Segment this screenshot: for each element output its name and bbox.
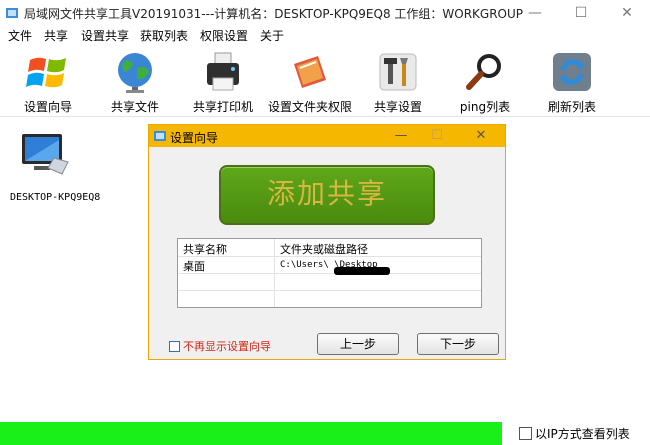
ip-view-checkbox[interactable]: [519, 427, 532, 440]
toolbar-label: 共享设置: [373, 100, 422, 114]
add-share-button[interactable]: 添加共享: [219, 165, 435, 225]
list-header-share-name[interactable]: 共享名称: [183, 241, 227, 257]
ping-list-button[interactable]: ping列表: [445, 48, 517, 114]
menu-get-list[interactable]: 获取列表: [140, 27, 188, 44]
toolbar-label: ping列表: [459, 100, 511, 114]
menu-share-settings[interactable]: 设置共享: [81, 27, 129, 44]
next-step-button[interactable]: 下一步: [417, 333, 499, 355]
dialog-close-button[interactable]: ✕: [463, 125, 499, 147]
minimize-button[interactable]: —: [512, 0, 558, 26]
toolbar-label: 共享文件: [110, 100, 159, 114]
app-icon: [6, 8, 18, 18]
computer-icon: [22, 134, 69, 175]
previous-step-button[interactable]: 上一步: [317, 333, 399, 355]
share-file-button[interactable]: 共享文件: [95, 48, 167, 114]
menu-bar: 文件 共享 设置共享 获取列表 权限设置 关于: [0, 26, 650, 44]
computer-name: DESKTOP-KPQ9EQ8: [10, 192, 101, 203]
progress-bar: [0, 422, 502, 445]
share-settings-button[interactable]: 共享设置: [358, 48, 430, 114]
printer-icon: [207, 52, 239, 91]
no-show-wizard-label[interactable]: 不再显示设置向导: [183, 338, 271, 354]
refresh-icon: [553, 53, 591, 91]
share-list[interactable]: 共享名称 文件夹或磁盘路径 桌面 C:\Users\ \Desktop: [177, 238, 482, 308]
menu-file[interactable]: 文件: [8, 27, 32, 44]
dialog-minimize-button[interactable]: —: [383, 125, 419, 147]
toolbar-label: 刷新列表: [547, 100, 596, 114]
share-printer-button[interactable]: 共享打印机: [183, 48, 255, 114]
close-button[interactable]: ✕: [604, 0, 650, 26]
setup-wizard-button[interactable]: 设置向导: [8, 48, 80, 114]
dialog-title-bar: 设置向导 — ☐ ✕: [149, 125, 505, 147]
refresh-list-button[interactable]: 刷新列表: [532, 48, 604, 114]
setup-wizard-dialog: 设置向导 — ☐ ✕ 添加共享 共享名称 文件夹或磁盘路径 桌面 C:\User…: [148, 124, 506, 360]
dialog-app-icon: [154, 131, 166, 141]
list-cell-share-name[interactable]: 桌面: [183, 258, 205, 274]
dialog-title: 设置向导: [170, 131, 219, 145]
ip-view-label[interactable]: 以IP方式查看列表: [535, 425, 630, 442]
window-title: 局域网文件共享工具V20191031---计算机名：DESKTOP-KPQ9EQ…: [24, 7, 524, 21]
magnifier-icon: [466, 54, 501, 90]
windows-logo-icon: [26, 57, 66, 88]
list-row-divider: [178, 290, 481, 291]
list-row-divider: [178, 273, 481, 274]
computer-item[interactable]: DESKTOP-KPQ9EQ8: [10, 128, 100, 208]
folder-permission-button[interactable]: 设置文件夹权限: [268, 48, 352, 114]
menu-share[interactable]: 共享: [44, 27, 68, 44]
toolbar-label: 设置文件夹权限: [267, 100, 352, 114]
menu-permissions[interactable]: 权限设置: [200, 27, 248, 44]
redaction-mark: [334, 267, 390, 275]
toolbar-label: 设置向导: [23, 100, 72, 114]
no-show-wizard-checkbox[interactable]: [169, 341, 180, 352]
list-header-path[interactable]: 文件夹或磁盘路径: [280, 241, 368, 257]
dialog-maximize-button[interactable]: ☐: [419, 125, 455, 147]
progress-fill: [0, 422, 502, 445]
title-bar: 局域网文件共享工具V20191031---计算机名：DESKTOP-KPQ9EQ…: [0, 0, 650, 26]
toolbar-label: 共享打印机: [192, 100, 253, 114]
menu-about[interactable]: 关于: [260, 27, 284, 44]
globe-icon: [118, 53, 152, 93]
maximize-button[interactable]: ☐: [558, 0, 604, 26]
folder-permission-icon: [294, 56, 326, 88]
tools-icon: [379, 53, 417, 91]
toolbar: 设置向导 共享文件 共享打印机 设置文件夹权限 共享设置 ping列表 刷新列表: [0, 44, 650, 117]
